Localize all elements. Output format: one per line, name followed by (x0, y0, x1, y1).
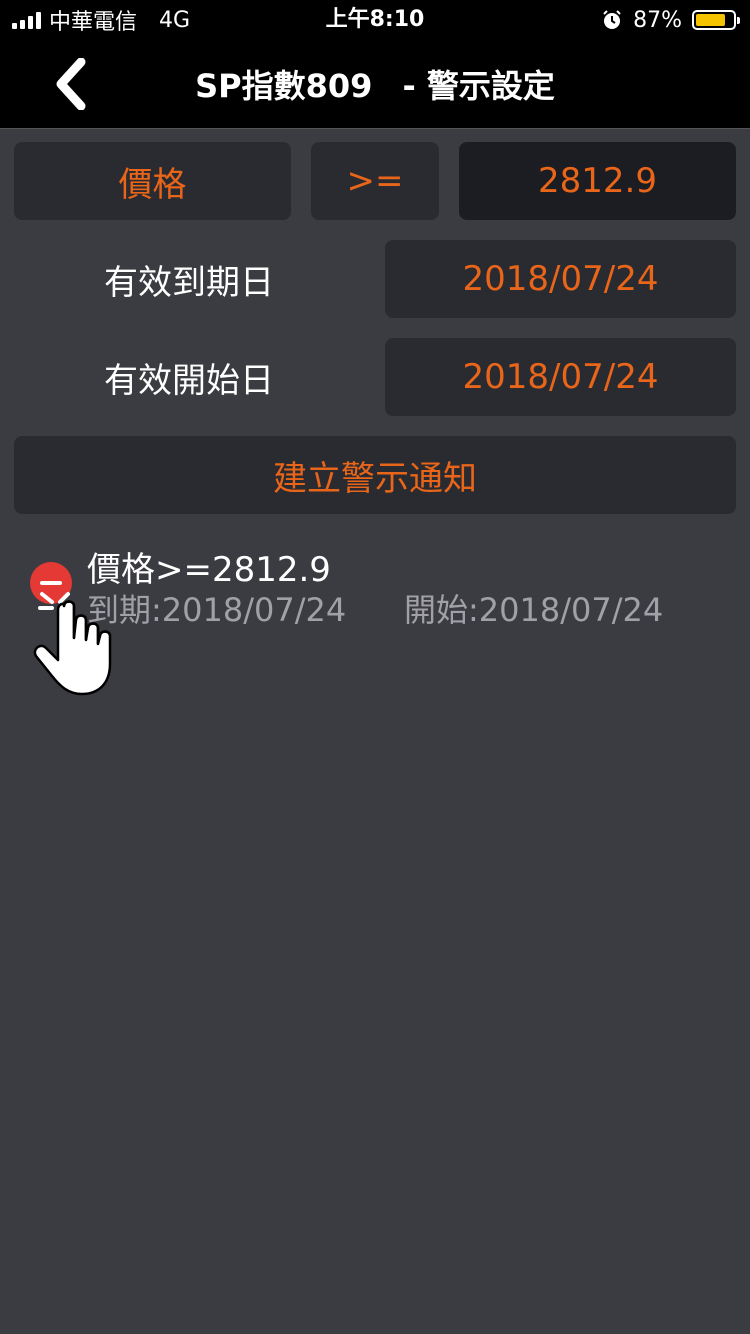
nav-bar: SP指數809 - 警示設定 (0, 40, 750, 129)
expiry-label: 有效到期日 (104, 262, 274, 303)
operator-label: >= (346, 161, 404, 201)
price-value: 2812.9 (538, 161, 657, 201)
alert-start: 開始:2018/07/24 (404, 591, 664, 629)
battery-icon (692, 10, 740, 30)
start-date-field[interactable]: 2018/07/24 (385, 338, 736, 416)
expiry-date-field[interactable]: 2018/07/24 (385, 240, 736, 318)
status-bar: 中華電信 4G 上午8:10 87% (0, 0, 750, 40)
start-label: 有效開始日 (104, 360, 274, 401)
page-title: SP指數809 - 警示設定 (0, 40, 750, 128)
start-date-value: 2018/07/24 (462, 357, 659, 397)
type-label: 價格 (118, 164, 187, 205)
price-input[interactable]: 2812.9 (459, 142, 736, 220)
expiry-date-value: 2018/07/24 (462, 259, 659, 299)
operator-selector[interactable]: >= (311, 142, 439, 220)
battery-percent: 87% (633, 7, 682, 33)
title-sub: - 警示設定 (402, 67, 555, 105)
type-selector[interactable]: 價格 (14, 142, 291, 220)
status-right: 87% (601, 0, 740, 40)
alarm-icon (603, 10, 621, 29)
title-main: SP指數809 (195, 67, 373, 105)
create-alert-label: 建立警示通知 (273, 458, 477, 499)
tap-hand-icon (33, 592, 112, 696)
create-alert-button[interactable]: 建立警示通知 (14, 436, 736, 514)
